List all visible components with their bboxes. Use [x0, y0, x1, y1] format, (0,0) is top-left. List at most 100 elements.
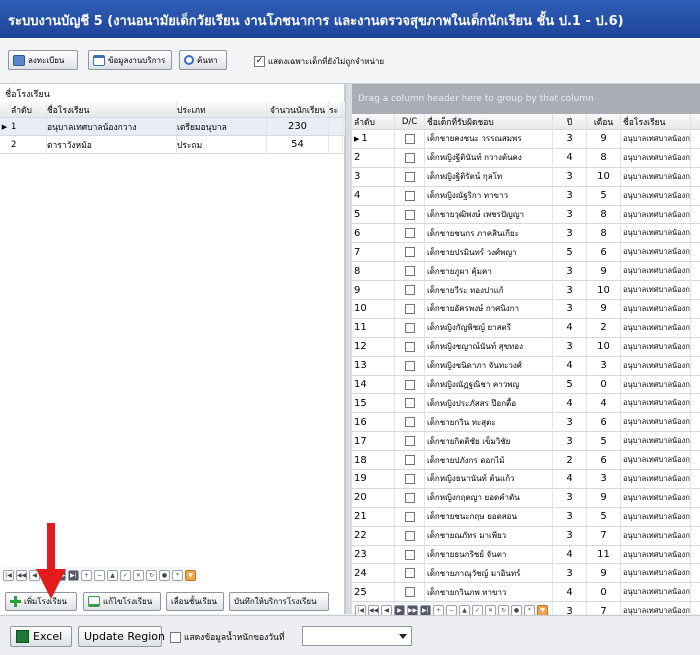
table-row[interactable]: 7 เด็กชายปรมินทร์ วงศ์พญา 5 6 อนุบาลเทศบาลน้… — [352, 243, 700, 263]
dc-checkbox[interactable] — [395, 488, 425, 507]
save-service-button[interactable]: บันทึกให้บริการโรงเรียน — [229, 592, 329, 611]
dc-checkbox[interactable] — [395, 507, 425, 526]
dc-checkbox[interactable] — [395, 243, 425, 262]
dc-checkbox[interactable] — [395, 167, 425, 186]
table-row[interactable]: 19 เด็กหญิงธนานันท์ ต้นแก้ว 4 3 อนุบาลเทศบาล… — [352, 470, 700, 489]
dc-checkbox[interactable] — [395, 318, 425, 337]
bookmark-icon[interactable]: ● — [159, 569, 170, 581]
next-page-icon[interactable]: ▶▶ — [407, 604, 418, 616]
table-row[interactable]: ▶ 1 อนุบาลเทศบาลน้องกวาง เตรียมอนุบาล 23… — [0, 118, 345, 136]
table-row[interactable]: 8 เด็กชายภูผา คุ้มคา39อนุบาลเทศบาลน้องกวา… — [352, 262, 700, 282]
edit-record-icon[interactable]: ▲ — [459, 604, 470, 616]
cancel-record-icon[interactable]: ✕ — [485, 604, 496, 616]
table-row[interactable]: 10 เด็กชายอัครพงษ์ กาศนิงกา 3 9 อนุบาลเทศบาล… — [352, 300, 700, 319]
post-record-icon[interactable]: ✓ — [120, 569, 131, 581]
goto-bookmark-icon[interactable]: * — [172, 569, 183, 581]
prev-page-icon[interactable]: ◀◀ — [368, 604, 379, 616]
dc-checkbox[interactable] — [395, 356, 425, 375]
table-row[interactable]: 20 เด็กหญิงกฤตญา ยอดคำตัน 3 9 อนุบาลเทศบาลน้… — [352, 488, 700, 508]
goto-bookmark-icon[interactable]: * — [524, 604, 535, 616]
dc-checkbox[interactable] — [395, 564, 425, 583]
dc-checkbox[interactable] — [395, 130, 425, 148]
dc-checkbox[interactable] — [395, 262, 425, 281]
prev-page-icon[interactable]: ◀◀ — [16, 569, 27, 581]
prev-record-icon[interactable]: ◀ — [381, 604, 392, 616]
dc-checkbox[interactable] — [395, 394, 425, 413]
refresh-icon[interactable]: ↻ — [498, 604, 509, 616]
filter-icon[interactable]: ▼ — [537, 604, 548, 616]
update-region-button[interactable]: Update Region — [78, 626, 165, 647]
refresh-icon[interactable]: ↻ — [146, 569, 157, 581]
table-row[interactable]: 16 เด็กชายกวิน ทะสุตะ36อนุบาลเทศบาลน้องกว… — [352, 413, 700, 433]
dc-checkbox[interactable] — [395, 148, 425, 167]
dc-checkbox[interactable] — [395, 545, 425, 564]
dc-checkbox[interactable] — [395, 451, 425, 470]
group-by-area[interactable]: Drag a column header here to group by th… — [352, 84, 700, 114]
table-row[interactable]: 15 เด็กหญิงประภัสสร ป๊อกตื้อ 4 4 อนุบาลเทศบา… — [352, 394, 700, 414]
dc-checkbox[interactable] — [395, 413, 425, 432]
column-header[interactable]: ชื่อเด็กที่รับผิดชอบ — [425, 114, 553, 129]
delete-record-icon[interactable]: − — [446, 604, 457, 616]
column-header[interactable]: ประเภท — [177, 102, 267, 117]
bookmark-icon[interactable]: ● — [511, 604, 522, 616]
last-record-icon[interactable]: ▶| — [68, 569, 79, 581]
table-row[interactable]: 25 เด็กชายกวินภพ ทาขาว 4 0 อนุบาลเทศบาลน้องก… — [352, 583, 700, 603]
dc-checkbox[interactable] — [395, 375, 425, 394]
column-header[interactable]: เดือน — [587, 114, 621, 129]
dc-checkbox[interactable] — [395, 337, 425, 356]
column-header[interactable]: ปี — [553, 114, 587, 129]
first-record-icon[interactable]: |◀ — [3, 569, 14, 581]
table-row[interactable]: 23 เด็กชายธนกริชย์ จันตา 4 11 อนุบาลเทศบาลน้… — [352, 545, 700, 565]
column-header[interactable]: ระ — [329, 102, 343, 117]
show-unlabeled-checkbox[interactable]: ✓ แสดงเฉพาะเด็กที่ยังไม่ถูกจำหน่าย — [254, 55, 384, 68]
column-header[interactable]: ลำดับ — [352, 114, 395, 129]
dc-checkbox[interactable] — [395, 300, 425, 318]
table-row[interactable]: 14 เด็กหญิงณัฏฐณิชา คาวพญ 5 0 อนุบาลเทศบาลน้… — [352, 375, 700, 395]
table-row[interactable]: ▶ 1 เด็กชายคงชนะ วรรณสมพร 3 9 อนุบาลเทศบาลน้อ… — [352, 130, 700, 149]
panel-splitter[interactable] — [345, 84, 352, 614]
table-row[interactable]: 4 เด็กหญิงณัฐริกา ทาขาว 3 5 อนุบาลเทศบาลน้อง… — [352, 186, 700, 206]
last-record-icon[interactable]: ▶| — [420, 604, 431, 616]
cancel-record-icon[interactable]: ✕ — [133, 569, 144, 581]
table-row[interactable]: 5 เด็กชายวุฒิพงษ์ เพชรปัญญา 3 8 อนุบาลเทศบาล… — [352, 205, 700, 225]
table-row[interactable]: 3 เด็กหญิงฐิติรัตน์ กุลโท 3 10 อนุบาลเทศบาลน… — [352, 167, 700, 187]
table-row[interactable]: 6 เด็กชายชนกร ภาคสินเกียะ 3 8 อนุบาลเทศบาลน้… — [352, 224, 700, 244]
promote-class-button[interactable]: เลื่อนชั้นเรียน — [166, 592, 224, 611]
table-row[interactable]: 17 เด็กชายกิตติชัย เข็มวิชัย 3 5 อนุบาลเทศบา… — [352, 432, 700, 452]
search-button[interactable]: ค้นหา — [179, 50, 227, 70]
register-button[interactable]: ลงทะเบียน — [8, 50, 78, 70]
post-record-icon[interactable]: ✓ — [472, 604, 483, 616]
next-record-icon[interactable]: ▶ — [394, 604, 405, 616]
table-row[interactable]: 2 ตาราวังหม้อ ประถม 54 — [0, 136, 345, 154]
service-info-button[interactable]: ข้อมูลงานบริการ — [88, 50, 172, 70]
edit-record-icon[interactable]: ▲ — [107, 569, 118, 581]
date-select[interactable] — [302, 626, 412, 646]
dc-checkbox[interactable] — [395, 205, 425, 224]
first-record-icon[interactable]: |◀ — [355, 604, 366, 616]
table-row[interactable]: 12 เด็กหญิงชญาณ์นันท์ สุขทอง 3 10 อนุบาลเทศบ… — [352, 337, 700, 357]
column-header[interactable]: ชื่อโรงเรียน — [47, 102, 177, 117]
table-row[interactable]: 24 เด็กชายภาณุวัชญ์ มาอินทร์ 3 9 อนุบาลเทศบา… — [352, 564, 700, 584]
column-header[interactable]: จำนวนนักเรียน — [267, 102, 329, 117]
add-record-icon[interactable]: + — [81, 569, 92, 581]
table-row[interactable]: 13 เด็กหญิงชนิดาภา จันทะวงศ์ 4 3 อนุบาลเทศบา… — [352, 356, 700, 376]
table-row[interactable]: 21 เด็กชายชนะกฤษ ยอดสอน 3 5 อนุบาลเทศบาลน้อง… — [352, 507, 700, 527]
dc-checkbox[interactable] — [395, 583, 425, 602]
dc-checkbox[interactable] — [395, 224, 425, 243]
delete-record-icon[interactable]: − — [94, 569, 105, 581]
column-header[interactable]: ชื่อโรงเรียน — [621, 114, 691, 129]
column-header[interactable]: D/C — [395, 114, 425, 129]
dc-checkbox[interactable] — [395, 281, 425, 300]
table-row[interactable]: 22 เด็กชายณภัทร มาเพียว 3 7 อนุบาลเทศบาลน้อง… — [352, 526, 700, 546]
edit-school-button[interactable]: แก้ไขโรงเรียน — [83, 592, 161, 611]
excel-button[interactable]: Excel — [10, 626, 72, 647]
dc-checkbox[interactable] — [395, 186, 425, 205]
table-row[interactable]: 2 เด็กหญิงฐิตินันท์ กวางต้นคง 4 8 อนุบาลเทศบ… — [352, 148, 700, 168]
dc-checkbox[interactable] — [395, 526, 425, 545]
show-weight-checkbox[interactable]: แสดงข้อมูลน้ำหนักของวันที่ — [170, 630, 284, 644]
filter-icon[interactable]: ▼ — [185, 569, 196, 581]
dc-checkbox[interactable] — [395, 432, 425, 451]
column-header[interactable]: ลำดับ — [9, 102, 47, 117]
table-row[interactable]: 18 เด็กชายปภังกร ดอกไม้ 2 6 อนุบาลเทศบาลน้อง… — [352, 451, 700, 471]
table-row[interactable]: 11 เด็กหญิงกัญพิชญ์ ยาสตรี 4 2 อนุบาลเทศบาลน… — [352, 318, 700, 338]
